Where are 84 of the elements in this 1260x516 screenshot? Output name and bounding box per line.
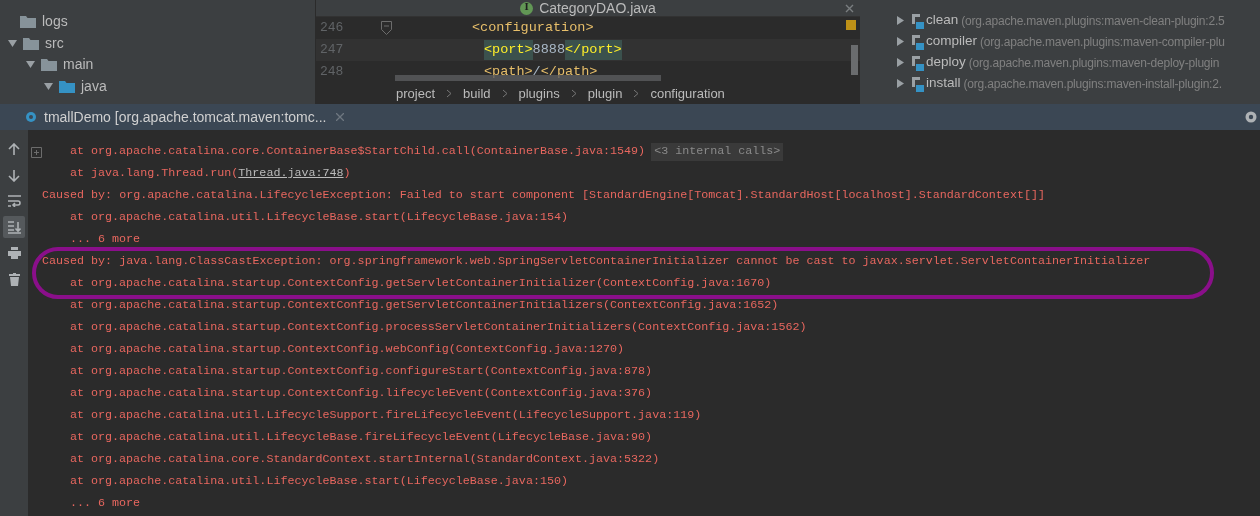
maven-plugin-icon <box>911 33 925 50</box>
expanded-arrow-icon[interactable] <box>8 38 17 48</box>
tree-item[interactable]: main <box>63 54 94 76</box>
plugin-name[interactable]: deploy <box>926 52 966 73</box>
line-number: 248 <box>319 63 345 82</box>
breadcrumb[interactable]: plugin <box>587 83 623 104</box>
collapsed-arrow-icon[interactable] <box>896 37 905 46</box>
plugin-coordinates: (org.apache.maven.plugins:maven-compiler-plu <box>980 33 1225 51</box>
log-line: at org.apache.catalina.startup.ContextConfig.configureStart(ContextConfig.java:878) <box>70 363 653 381</box>
log-line: ... 6 more <box>70 495 141 513</box>
internal-calls-badge[interactable]: <3 internal calls> <box>651 143 784 161</box>
wrap-icon <box>7 195 21 207</box>
log-line: at org.apache.catalina.startup.ContextConfig.lifecycleEvent(ContextConfig.java:376) <box>70 385 653 403</box>
folder-icon <box>20 15 36 29</box>
log-line: at org.apache.catalina.startup.ContextConfig.getServletContainerInitializers(ContextConfig.java:1652) <box>70 297 779 315</box>
xml-tag: <configuration> <box>472 17 594 39</box>
toolbar-button[interactable] <box>3 216 25 238</box>
expand-icon[interactable] <box>30 146 42 158</box>
folder-icon <box>23 36 39 50</box>
fold-marker-icon[interactable] <box>381 21 392 35</box>
console-tab[interactable]: tmallDemo [org.apache.tomcat.maven:tomc... <box>22 104 347 130</box>
log-line: ... 6 more <box>70 231 141 249</box>
trash-icon <box>8 272 20 286</box>
log-line: at org.apache.catalina.util.LifecycleBase.fireLifecycleEvent(LifecycleBase.java:90) <box>70 429 653 447</box>
log-line: at java.lang.Thread.run(Thread.java:748) <box>70 165 351 183</box>
source-link[interactable]: Thread.java:748 <box>238 166 344 181</box>
collapsed-arrow-icon[interactable] <box>896 16 905 25</box>
close-icon[interactable] <box>336 113 345 121</box>
log-line: at org.apache.catalina.util.LifecycleBase.start(LifecycleBase.java:150) <box>70 473 568 491</box>
breadcrumb[interactable]: build <box>463 83 491 104</box>
plugin-coordinates: (org.apache.maven.plugins:maven-install-plugin:2. <box>963 75 1222 93</box>
plugin-name[interactable]: install <box>926 73 961 94</box>
tree-item[interactable]: src <box>45 32 64 54</box>
chevron-icon <box>501 89 508 98</box>
editor-tab[interactable]: I CategoryDAO.java <box>316 0 860 17</box>
tree-item[interactable]: logs <box>42 11 68 33</box>
plugin-coordinates: (org.apache.maven.plugins:maven-deploy-plugin <box>968 54 1220 72</box>
chevron-icon <box>570 89 577 98</box>
log-line: at org.apache.catalina.startup.ContextConfig.getServletContainerInitializer(ContextConfig.java:1670) <box>70 275 772 293</box>
expanded-arrow-icon[interactable] <box>26 60 35 70</box>
chevron-icon <box>446 89 453 98</box>
settings-icon[interactable] <box>1244 110 1258 124</box>
breadcrumb[interactable]: project <box>396 83 436 104</box>
xml-text: / <box>532 62 541 81</box>
xml-tag: </port> <box>565 39 622 61</box>
xml-tag: <port> <box>484 39 533 61</box>
xml-tag: </path> <box>540 61 598 83</box>
folder-icon <box>59 79 75 93</box>
chevron-icon <box>633 89 640 98</box>
log-line: at org.apache.catalina.util.LifecycleBase.start(LifecycleBase.java:154) <box>70 209 568 227</box>
log-line: at org.apache.catalina.util.LifecycleSupport.fireLifecycleEvent(LifecycleSupport.java:119) <box>70 407 702 425</box>
folder-icon <box>41 58 57 72</box>
maven-plugin-icon <box>911 75 925 92</box>
breadcrumb[interactable]: configuration <box>650 83 725 104</box>
expanded-arrow-icon[interactable] <box>44 81 53 91</box>
log-line: at org.apache.catalina.startup.ContextConfig.processServletContainerInitializers(ContextConfig.java:1562) <box>70 319 807 337</box>
plugin-coordinates: (org.apache.maven.plugins:maven-clean-plugin:2.5 <box>961 12 1225 30</box>
log-line: at org.apache.catalina.startup.ContextConfig.webConfig(ContextConfig.java:1270) <box>70 341 625 359</box>
class-icon: I <box>520 1 534 15</box>
breadcrumb[interactable]: plugins <box>518 83 560 104</box>
log-line: at org.apache.catalina.core.StandardContext.startInternal(StandardContext.java:5322) <box>70 451 660 469</box>
collapsed-arrow-icon[interactable] <box>896 79 905 88</box>
close-icon[interactable] <box>845 3 854 13</box>
maven-plugin-icon <box>911 54 925 71</box>
log-line: Caused by: java.lang.ClassCastException: org.springframework.web.SpringServletContainerInitializer cannot be cast to javax.servlet.ServletContainerInitializer <box>42 253 1151 271</box>
warning-marker <box>846 20 856 30</box>
xml-tag: <path> <box>484 61 533 83</box>
plugin-name[interactable]: compiler <box>926 31 977 52</box>
print-icon <box>7 247 21 259</box>
plugin-name[interactable]: clean <box>926 10 959 31</box>
tab-title: tmallDemo [org.apache.tomcat.maven:tomc... <box>44 107 327 127</box>
tree-item[interactable]: java <box>81 75 107 97</box>
scroll-end-icon <box>7 220 21 234</box>
vertical-scrollbar[interactable] <box>851 45 858 75</box>
maven-plugin-icon <box>911 12 925 29</box>
xml-text: 8888 <box>532 40 565 59</box>
line-number: 246 <box>319 19 345 38</box>
down-arrow-icon <box>8 168 20 182</box>
settings-icon <box>24 110 38 124</box>
collapsed-arrow-icon[interactable] <box>896 58 905 67</box>
log-line: at org.apache.catalina.core.ContainerBase$StartChild.call(ContainerBase.java:1549) <box>70 143 646 161</box>
log-line: Caused by: org.apache.catalina.LifecycleException: Failed to start component [StandardEngine[Tomcat].StandardHost[localhost].StandardContext[]] <box>42 187 1045 205</box>
tab-title: CategoryDAO.java <box>539 0 656 18</box>
up-arrow-icon <box>8 142 20 156</box>
